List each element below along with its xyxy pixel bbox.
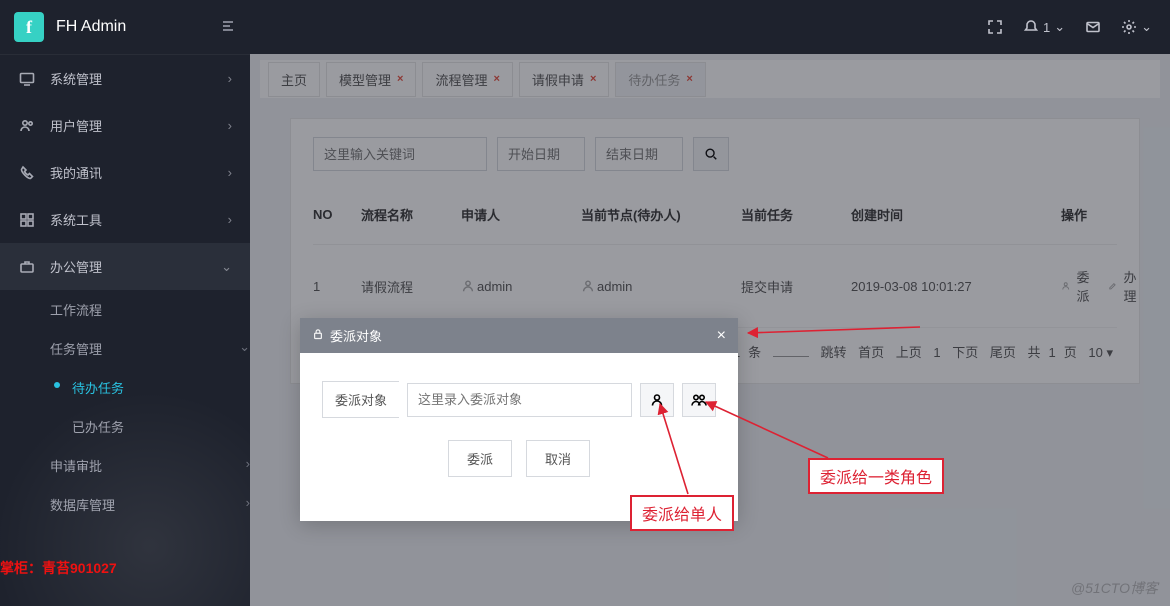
modal-header: 委派对象 × [300,318,738,353]
brand-name: FH Admin [56,18,126,36]
phone-icon [18,164,36,182]
sidebar-sub-workflow[interactable]: 工作流程 [50,290,250,329]
sidebar-sub-children: 待办任务 已办任务 [50,368,250,446]
sidebar-subgroup: 工作流程 任务管理 ⌄ 待办任务 已办任务 申请审批 › 数据库管理 › [0,290,250,524]
cancel-button[interactable]: 取消 [526,440,590,477]
topbar: 1⌄ ⌄ [250,0,1170,54]
sidebar-item-users[interactable]: 用户管理 › [0,102,250,149]
sidebar-sub-done[interactable]: 已办任务 [72,407,250,446]
pick-role-button[interactable] [682,383,716,417]
desktop-icon [18,70,36,88]
users-icon [18,117,36,135]
sidebar-sub-label: 数据库管理 [50,498,115,513]
mail-icon[interactable] [1085,19,1101,35]
delegate-input[interactable] [407,383,632,417]
sidebar-sub-db[interactable]: 数据库管理 › [50,485,250,524]
chevron-right-icon: › [228,118,232,133]
confirm-button[interactable]: 委派 [448,440,512,477]
sidebar-sub-pending[interactable]: 待办任务 [72,368,250,407]
chevron-down-icon: ⌄ [239,339,250,355]
sidebar-item-system[interactable]: 系统管理 › [0,55,250,102]
chevron-down-icon: ⌄ [221,259,232,275]
briefcase-icon [18,258,36,276]
sidebar-sub-label: 申请审批 [50,459,102,474]
delegate-modal: 委派对象 × 委派对象 委派 取消 [300,318,738,521]
sidebar: f FH Admin 系统管理 › 用户管理 › 我的通讯 › 系统工具 › 办… [0,0,250,606]
sidebar-item-label: 办公管理 [50,257,221,276]
modal-actions: 委派 取消 [322,418,716,503]
annotation-role: 委派给一类角色 [808,458,944,494]
sidebar-item-label: 我的通讯 [50,163,228,182]
notifications-icon[interactable]: 1⌄ [1023,19,1065,35]
chevron-down-icon: ⌄ [1054,19,1065,35]
sidebar-sub-apply[interactable]: 申请审批 › [50,446,250,485]
sidebar-item-label: 系统管理 [50,69,228,88]
chevron-right-icon: › [228,71,232,86]
sidebar-sub-label: 任务管理 [50,342,102,357]
brand: f FH Admin [0,0,250,55]
fullscreen-icon[interactable] [987,19,1003,35]
modal-title: 委派对象 [330,326,382,345]
sidebar-item-tools[interactable]: 系统工具 › [0,196,250,243]
chevron-right-icon: › [228,165,232,180]
sidebar-item-label: 系统工具 [50,210,228,229]
sidebar-item-comm[interactable]: 我的通讯 › [0,149,250,196]
lock-icon [312,328,324,343]
modal-input-row: 委派对象 [322,381,716,418]
annotation-single: 委派给单人 [630,495,734,531]
sidebar-item-label: 用户管理 [50,116,228,135]
footer-tag: 掌柜：青苔901027 [0,558,117,578]
sidebar-toggle-icon[interactable] [220,18,236,37]
sidebar-item-office[interactable]: 办公管理 ⌄ [0,243,250,290]
brand-logo: f [14,12,44,42]
apps-icon [18,211,36,229]
pick-user-button[interactable] [640,383,674,417]
chevron-down-icon: ⌄ [1141,19,1152,35]
watermark: @51CTO博客 [1071,578,1158,598]
notification-count: 1 [1043,20,1050,35]
input-addon: 委派对象 [322,381,399,418]
close-icon[interactable]: × [717,327,726,345]
settings-icon[interactable]: ⌄ [1121,19,1152,35]
sidebar-sub-taskmgmt[interactable]: 任务管理 ⌄ [50,329,250,368]
chevron-right-icon: › [228,212,232,227]
